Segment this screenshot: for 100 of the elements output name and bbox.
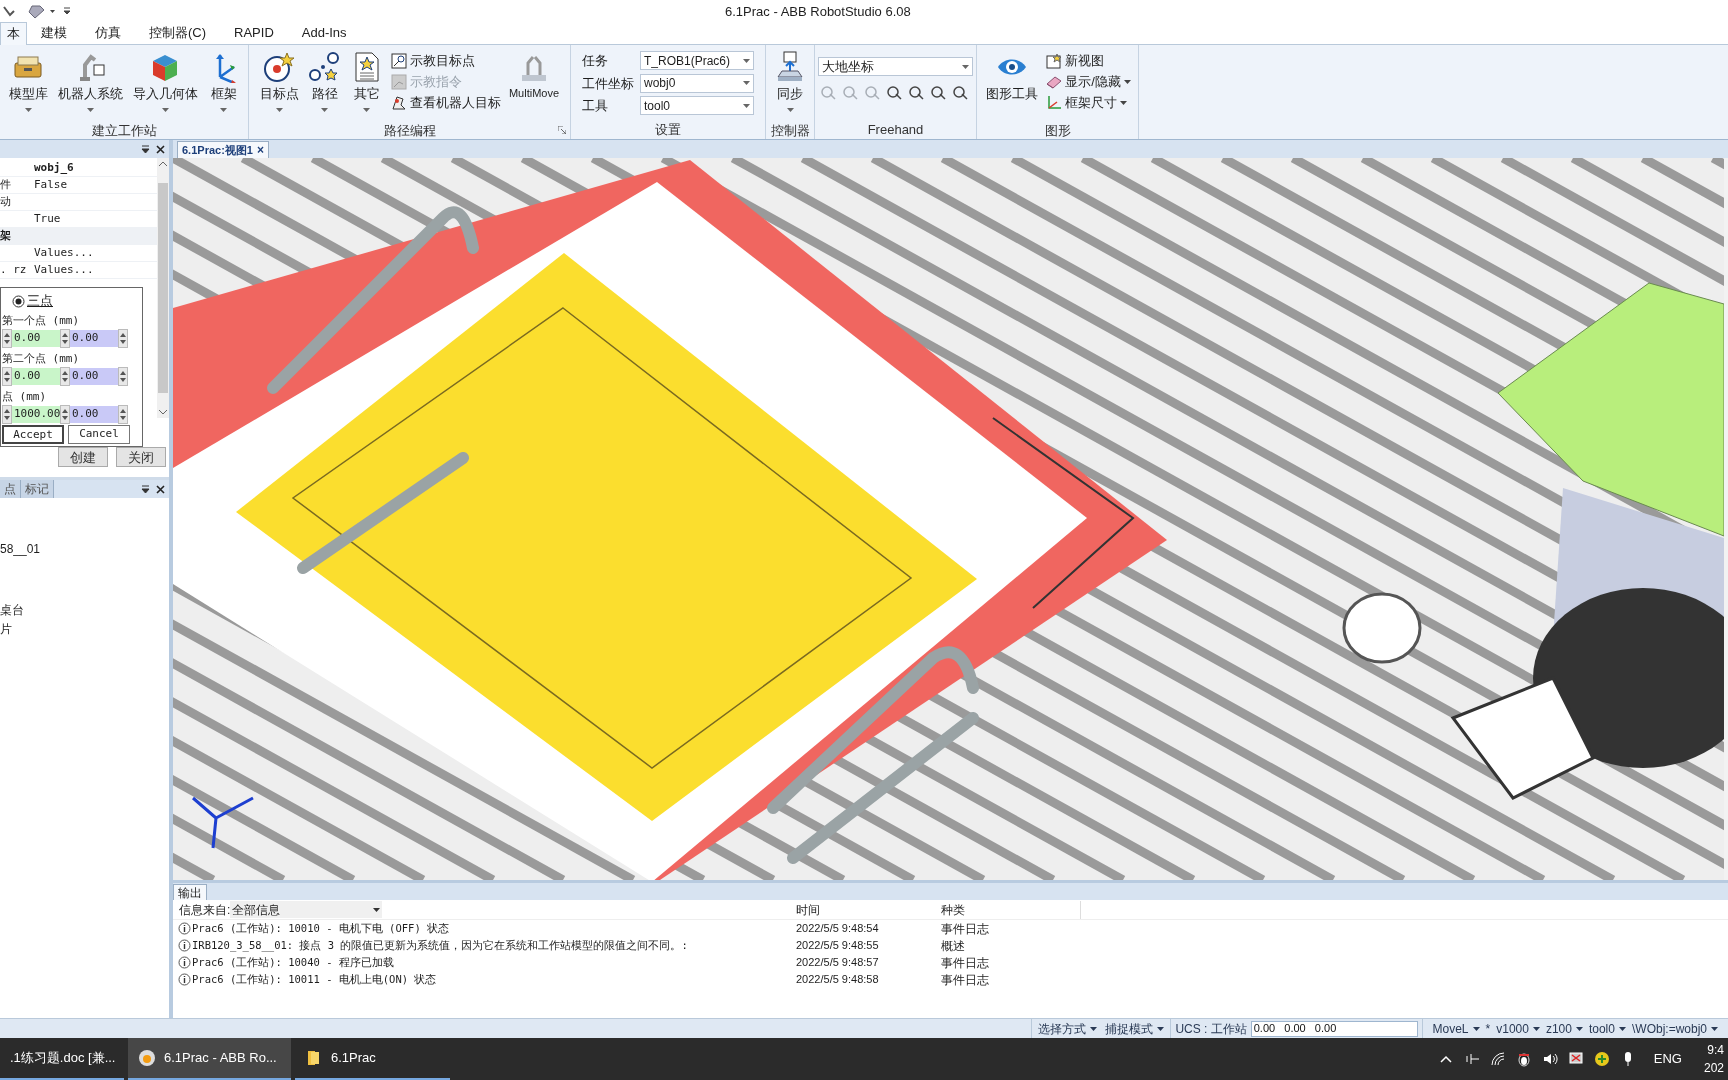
filter-dropdown[interactable]: 全部信息 xyxy=(230,901,383,918)
ribbon-button[interactable]: 新视图 xyxy=(1046,51,1131,70)
instruction-setting[interactable]: tool0 xyxy=(1588,1019,1626,1038)
ribbon-button[interactable]: 路径 xyxy=(306,49,343,121)
ribbon-button[interactable]: 框架 xyxy=(205,49,242,121)
spinner-icon[interactable] xyxy=(2,329,12,348)
point-label: 第二个点 (mm) xyxy=(2,351,81,367)
language-indicator[interactable]: ENG xyxy=(1653,1049,1682,1069)
quick-access-icons[interactable] xyxy=(2,3,72,19)
column-header: 种类 xyxy=(938,900,1081,919)
ribbon-button[interactable]: 显示/隐藏 xyxy=(1046,72,1131,91)
caret-icon xyxy=(363,107,371,112)
axes-icon xyxy=(1046,94,1063,111)
instruction-icon xyxy=(390,73,407,90)
ribbon-tab[interactable]: 控制器(C) xyxy=(135,22,221,44)
ribbon-button[interactable]: 框架尺寸 xyxy=(1046,93,1131,112)
wifi-icon[interactable] xyxy=(1489,1051,1506,1067)
filter-label: 信息来自: xyxy=(179,901,231,919)
dots-icon xyxy=(308,51,341,83)
number-field[interactable]: 0.00 xyxy=(12,368,60,385)
ribbon-button[interactable]: 查看机器人目标 xyxy=(390,93,501,112)
panel-button[interactable]: 创建 xyxy=(58,447,108,467)
spinner-icon[interactable] xyxy=(118,405,128,424)
radio-label: 三点 xyxy=(27,292,53,311)
caret-icon xyxy=(1532,1026,1540,1031)
panel-button[interactable]: 关闭 xyxy=(116,447,166,467)
taskbar-button[interactable]: .1练习题.doc [兼... xyxy=(0,1038,124,1080)
close-button[interactable]: × xyxy=(256,141,264,159)
ribbon-button[interactable]: 图形工具 xyxy=(984,49,1041,121)
coordinates-field[interactable]: 0.00 0.00 0.00 xyxy=(1250,1020,1418,1037)
point-label: 第一个点 (mm) xyxy=(2,313,81,329)
tree-item[interactable]: 58__01 xyxy=(0,540,169,557)
taskbar-button[interactable]: 6.1Prac - ABB Ro... xyxy=(128,1038,291,1080)
clock-time[interactable]: 9:4 xyxy=(1707,1041,1724,1059)
dialog-button[interactable]: Cancel xyxy=(68,425,130,444)
ribbon-tab[interactable]: 仿真 xyxy=(81,22,135,44)
field-label: 工具 xyxy=(582,97,609,115)
dropdown-field[interactable]: tool0 xyxy=(640,96,754,116)
number-field[interactable]: 0.00 xyxy=(12,330,60,347)
log-time: 2022/5/5 9:48:55 xyxy=(795,938,880,954)
status-dropdown[interactable]: 选择方式 xyxy=(1038,1019,1098,1038)
ribbon-tab[interactable]: 本 xyxy=(0,22,27,45)
ribbon-button[interactable]: MultiMove xyxy=(506,49,562,121)
number-field[interactable]: 0.00 xyxy=(70,330,118,347)
log-time: 2022/5/5 9:48:58 xyxy=(795,972,880,988)
log-message: Prac6 (工作站): 10010 - 电机下电 (OFF) 状态 xyxy=(192,920,450,936)
tree-item[interactable]: 桌台 xyxy=(0,601,169,618)
target-icon xyxy=(263,51,296,83)
caret-icon xyxy=(86,107,94,112)
panel-tab[interactable]: 标记 xyxy=(21,480,54,498)
spinner-icon[interactable] xyxy=(118,367,128,386)
number-field[interactable]: 0.00 xyxy=(70,406,118,423)
spinner-icon[interactable] xyxy=(60,367,70,386)
ribbon-button[interactable]: 示教目标点 xyxy=(390,51,501,70)
instruction-setting[interactable]: MoveL xyxy=(1432,1019,1480,1038)
dropdown-field[interactable]: wobj0 xyxy=(640,73,754,93)
radio-button[interactable] xyxy=(12,294,25,308)
tree-item[interactable]: 片 xyxy=(0,620,169,637)
plus-circle-icon[interactable] xyxy=(1593,1051,1610,1067)
number-field[interactable]: 0.00 xyxy=(70,368,118,385)
number-field[interactable]: 1000.00 xyxy=(12,406,60,423)
document-tab[interactable]: 6.1Prac:视图1 × xyxy=(177,141,269,158)
launcher-icon[interactable] xyxy=(558,126,566,134)
ribbon-button[interactable]: 目标点 xyxy=(257,49,301,121)
spinner-icon[interactable] xyxy=(2,367,12,386)
info-icon xyxy=(178,973,191,986)
property-value: wobj_6 xyxy=(34,159,74,176)
dropdown-field[interactable]: 大地坐标 xyxy=(818,57,973,76)
instruction-setting[interactable]: v1000 xyxy=(1496,1019,1540,1038)
panel-tab[interactable]: 点 xyxy=(0,480,21,498)
status-dropdown[interactable]: 捕捉模式 xyxy=(1105,1019,1165,1038)
output-tab[interactable]: 输出 xyxy=(173,884,207,900)
caret-icon xyxy=(1120,100,1128,105)
instruction-setting[interactable]: \WObj:=wobj0 xyxy=(1631,1019,1718,1038)
disc-icon xyxy=(138,1049,156,1067)
instruction-setting[interactable]: z100 xyxy=(1545,1019,1583,1038)
ribbon-button[interactable]: 其它 xyxy=(348,49,385,121)
ribbon-button[interactable]: 同步 xyxy=(772,49,808,121)
spinner-icon[interactable] xyxy=(60,405,70,424)
monitor-icon[interactable] xyxy=(1567,1051,1584,1067)
dialog-button[interactable]: Accept xyxy=(2,425,64,444)
clock-date[interactable]: 202 xyxy=(1703,1059,1724,1077)
scrollbar[interactable] xyxy=(157,158,169,418)
ribbon-tab[interactable]: Add-Ins xyxy=(287,22,361,44)
ribbon-button[interactable]: 导入几何体 xyxy=(130,49,200,121)
spinner-icon[interactable] xyxy=(2,405,12,424)
ribbon-button[interactable]: 模型库 xyxy=(6,49,50,121)
column-header: 时间 xyxy=(795,901,821,919)
dropdown-field[interactable]: T_ROB1(Prac6) xyxy=(640,51,754,71)
ribbon-tab[interactable]: RAPID xyxy=(220,22,288,44)
spinner-icon[interactable] xyxy=(60,329,70,348)
close-icon[interactable] xyxy=(156,484,165,494)
ribbon-tab[interactable]: 建模 xyxy=(27,22,81,44)
robot-target-icon xyxy=(390,94,407,111)
taskbar-button[interactable]: 6.1Prac xyxy=(295,1038,450,1080)
speaker-icon[interactable] xyxy=(1541,1051,1558,1067)
close-icon[interactable] xyxy=(156,144,165,154)
instruction-setting[interactable]: * xyxy=(1485,1019,1491,1038)
spinner-icon[interactable] xyxy=(118,329,128,348)
ribbon-button[interactable]: 机器人系统 xyxy=(55,49,125,121)
